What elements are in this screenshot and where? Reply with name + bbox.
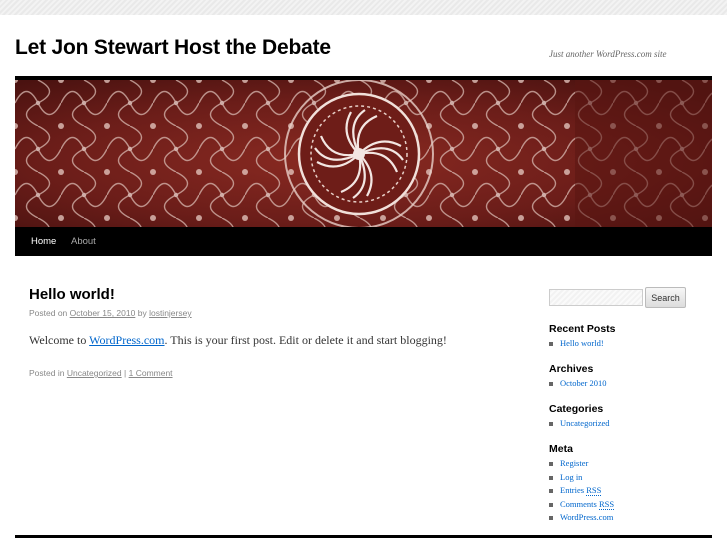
top-strip <box>0 0 727 15</box>
list-item: October 2010 <box>549 377 607 391</box>
meta-prefix: Posted on <box>29 308 68 318</box>
list-item: Register <box>549 457 614 471</box>
comments-link[interactable]: 1 Comment <box>129 368 173 378</box>
recent-posts-title: Recent Posts <box>549 323 616 335</box>
list-item: Entries RSS <box>549 484 614 498</box>
entry-content: Welcome to WordPress.com. This is your f… <box>29 333 447 348</box>
meta-title: Meta <box>549 443 573 455</box>
register-link[interactable]: Register <box>560 458 588 468</box>
header-image <box>15 76 712 227</box>
list-item: Uncategorized <box>549 417 610 431</box>
archives-title: Archives <box>549 363 594 375</box>
categories-list: Uncategorized <box>549 417 610 431</box>
recent-post-link[interactable]: Hello world! <box>560 338 604 348</box>
comments-rss-link[interactable]: Comments RSS <box>560 498 615 510</box>
nav-about[interactable]: About <box>63 227 104 256</box>
footer-rule <box>15 535 712 538</box>
wordpress-link[interactable]: WordPress.com <box>89 333 164 347</box>
list-item: WordPress.com <box>549 511 614 525</box>
recent-posts-list: Hello world! <box>549 337 604 351</box>
content-text-after: . This is your first post. Edit or delet… <box>164 333 447 347</box>
login-link[interactable]: Log in <box>560 472 582 482</box>
meta-list: Register Log in Entries RSS Comments RSS… <box>549 457 615 525</box>
list-item: Hello world! <box>549 337 604 351</box>
site-description: Just another WordPress.com site <box>549 49 667 59</box>
rss-abbr: RSS <box>586 485 602 496</box>
site-title[interactable]: Let Jon Stewart Host the Debate <box>15 36 331 60</box>
meta-by: by <box>137 308 147 318</box>
header-image-pattern <box>15 80 712 227</box>
rss-abbr: RSS <box>598 498 615 510</box>
categories-title: Categories <box>549 403 604 415</box>
entries-label: Entries <box>560 485 585 495</box>
search-input[interactable] <box>549 289 643 306</box>
content-text-before: Welcome to <box>29 333 87 347</box>
entry-utility: Posted in Uncategorized | 1 Comment <box>29 368 173 378</box>
category-link[interactable]: Uncategorized <box>67 368 122 378</box>
wordpress-com-link[interactable]: WordPress.com <box>560 512 613 522</box>
list-item: Log in <box>549 471 614 485</box>
archives-list: October 2010 <box>549 377 607 391</box>
archive-link[interactable]: October 2010 <box>560 378 607 388</box>
entry-meta: Posted on October 15, 2010 by lostinjers… <box>29 308 192 318</box>
post-date-link[interactable]: October 15, 2010 <box>70 308 136 318</box>
post-title[interactable]: Hello world! <box>29 286 115 303</box>
meta-separator: | <box>124 368 127 378</box>
search-button[interactable]: Search <box>645 287 686 308</box>
list-item: Comments RSS <box>549 498 615 512</box>
author-link[interactable]: lostinjersey <box>149 308 192 318</box>
category-widget-link[interactable]: Uncategorized <box>560 418 610 428</box>
main-nav: Home About <box>15 227 712 256</box>
comments-label: Comments <box>560 498 597 509</box>
nav-home[interactable]: Home <box>23 227 64 256</box>
entries-rss-link[interactable]: Entries RSS <box>560 485 602 496</box>
posted-in-label: Posted in <box>29 368 65 378</box>
